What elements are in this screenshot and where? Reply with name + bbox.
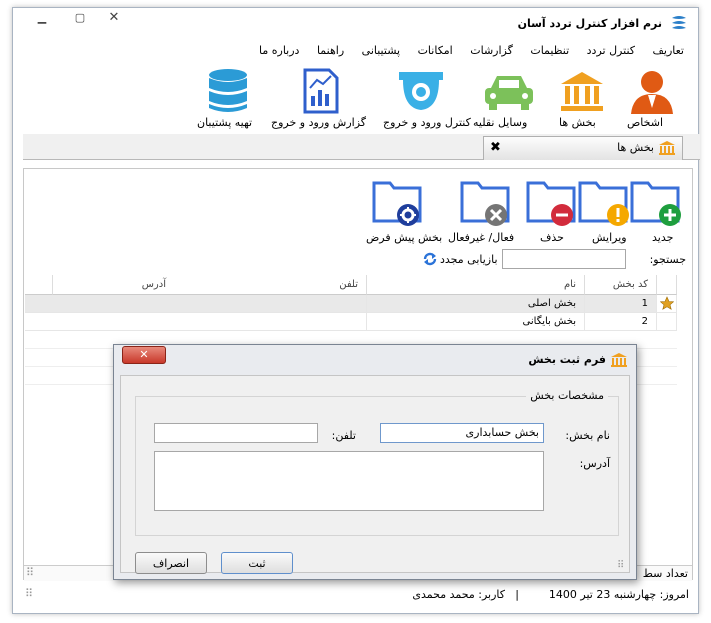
ribbon-backup-label: تهیه پشتیبان <box>197 116 253 129</box>
table-row[interactable]: 2 بخش بایگانی <box>25 313 677 331</box>
ribbon-vehicles-label: وسایل نقلیه <box>473 116 528 129</box>
refresh-icon[interactable] <box>422 251 438 267</box>
dialog-close-button[interactable]: ✕ <box>122 346 166 364</box>
resize-grip-icon[interactable]: ⠿ <box>617 560 624 571</box>
folder-settings-icon <box>372 181 422 226</box>
status-date: امروز: چهارشنبه 23 تیر 1400 <box>548 588 689 601</box>
resize-grip-icon[interactable]: ⠿ <box>26 566 34 579</box>
default-section-label: بخش پیش فرض <box>366 231 443 244</box>
row-phone <box>25 295 367 313</box>
maximize-button[interactable]: ▢ <box>69 11 91 27</box>
cancel-button[interactable]: انصراف <box>135 552 207 574</box>
row-code: 2 <box>585 313 657 331</box>
grid-header-phone-address: تلفن آدرس <box>53 275 367 295</box>
delete-button[interactable]: حذف <box>526 179 580 244</box>
folder-edit-icon <box>578 181 629 226</box>
star-icon <box>660 296 674 310</box>
menu-features[interactable]: امکانات <box>418 44 453 57</box>
tab-strip: ✖ بخش ها <box>23 134 700 160</box>
close-button[interactable]: ✕ <box>103 11 125 27</box>
default-section-button[interactable]: بخش پیش فرض <box>366 179 442 244</box>
app-logo-icon <box>672 16 686 29</box>
grid-header-address[interactable]: آدرس <box>142 275 166 294</box>
phone-input[interactable] <box>154 423 318 443</box>
tab-sections-label: بخش ها <box>617 141 654 154</box>
row-indicator <box>657 313 677 331</box>
name-label: نام بخش: <box>565 429 610 442</box>
address-textarea[interactable] <box>154 451 544 511</box>
delete-label: حذف <box>540 231 564 244</box>
grid-header-name[interactable]: نام <box>367 275 585 295</box>
ribbon-persons-label: اشخاص <box>627 116 664 129</box>
grid-header-code[interactable]: کد بخش <box>585 275 657 295</box>
tab-sections[interactable]: ✖ بخش ها <box>483 136 683 160</box>
bank-icon <box>659 141 675 155</box>
toggle-active-button[interactable]: فعال/ غیرفعال <box>448 179 524 244</box>
row-name: بخش اصلی <box>367 295 585 313</box>
app-title: نرم افزار کنترل تردد آسان <box>517 17 662 30</box>
ribbon-entry-report-label: گزارش ورود و خروج <box>271 116 367 129</box>
dialog-title-bar: ✕ فرم ثبت بخش <box>114 345 636 375</box>
minimize-button[interactable]: ▁ <box>31 11 53 27</box>
car-icon <box>485 76 533 110</box>
folder-delete-icon <box>526 181 576 226</box>
address-label: آدرس: <box>579 457 610 470</box>
row-indicator <box>657 295 677 313</box>
phone-label: تلفن: <box>331 429 356 442</box>
dialog-title: فرم ثبت بخش <box>528 353 606 366</box>
report-icon <box>303 68 339 114</box>
new-button[interactable]: جدید <box>630 179 684 244</box>
bank-icon <box>561 72 603 111</box>
edit-button[interactable]: ویرایش <box>578 179 632 244</box>
ribbon-sections-label: بخش ها <box>559 116 596 129</box>
menu-traffic-control[interactable]: کنترل تردد <box>587 44 635 57</box>
dialog-body: مشخصات بخش نام بخش: بخش حسابداری تلفن: آ… <box>120 375 630 574</box>
name-input[interactable]: بخش حسابداری <box>380 423 544 443</box>
reset-label[interactable]: بازیابی مجدد <box>440 253 498 266</box>
camera-icon <box>399 72 443 110</box>
status-separator: | <box>515 588 519 601</box>
menu-about[interactable]: درباره ما <box>259 44 299 57</box>
status-user: کاربر: محمد محمدی <box>412 588 505 601</box>
section-form-dialog: ✕ فرم ثبت بخش مشخصات بخش نام بخش: بخش حس… <box>113 344 637 580</box>
menu-support[interactable]: پشتیبانی <box>362 44 400 57</box>
edit-label: ویرایش <box>592 231 627 244</box>
menu-definitions[interactable]: تعاریف <box>653 44 684 57</box>
folder-add-icon <box>630 181 681 226</box>
status-bar: امروز: چهارشنبه 23 تیر 1400 | کاربر: محم… <box>23 583 693 609</box>
table-row[interactable]: 1 بخش اصلی <box>25 295 677 313</box>
grid-header-indicator <box>657 275 677 295</box>
section-details-group: مشخصات بخش نام بخش: بخش حسابداری تلفن: آ… <box>135 389 619 536</box>
name-input-value: بخش حسابداری <box>465 426 539 439</box>
new-label: جدید <box>652 231 674 244</box>
folder-disable-icon <box>460 181 510 226</box>
ribbon-entry-control-label: کنترل ورود و خروج <box>383 116 471 129</box>
person-icon <box>631 71 673 114</box>
search-label: جستجو: <box>649 253 686 266</box>
database-icon <box>209 69 247 112</box>
menu-help[interactable]: راهنما <box>317 44 344 57</box>
title-bar: ▁ ▢ ✕ نرم افزار کنترل تردد آسان <box>13 8 698 40</box>
row-code: 1 <box>585 295 657 313</box>
tab-close-icon[interactable]: ✖ <box>490 140 501 155</box>
row-name: بخش بایگانی <box>367 313 585 331</box>
toggle-active-label: فعال/ غیرفعال <box>448 231 515 244</box>
group-title: مشخصات بخش <box>526 389 608 402</box>
search-input[interactable] <box>502 249 626 269</box>
menu-settings[interactable]: تنظیمات <box>530 44 569 57</box>
grid-header-filler <box>25 275 53 295</box>
menu-bar: تعاریف کنترل تردد تنظیمات گزارشات امکانا… <box>245 44 684 57</box>
save-button[interactable]: ثبت <box>221 552 293 574</box>
menu-reports[interactable]: گزارشات <box>470 44 513 57</box>
bank-icon <box>611 353 627 367</box>
grid-header-phone[interactable]: تلفن <box>339 275 358 294</box>
row-phone <box>25 313 367 331</box>
row-count-label: تعداد سط <box>642 567 688 580</box>
resize-grip-icon[interactable]: ⠿ <box>25 587 33 600</box>
